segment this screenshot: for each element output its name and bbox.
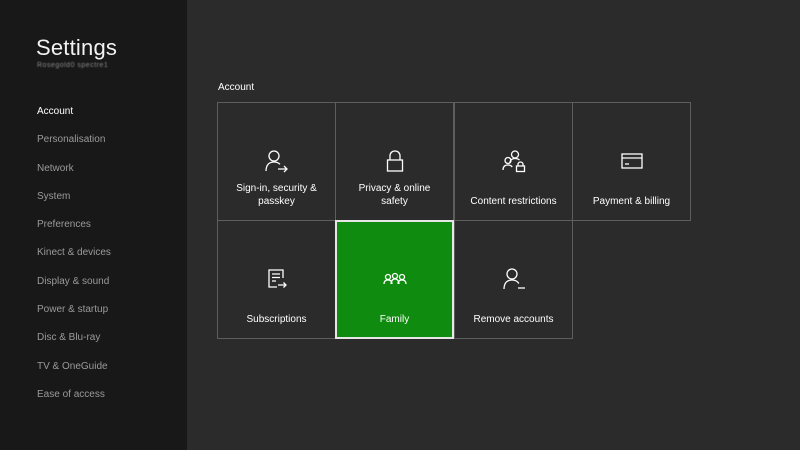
account-tile-grid: Sign-in, security & passkey Privacy & on… xyxy=(217,102,692,340)
sidebar-item-power-startup[interactable]: Power & startup xyxy=(0,296,187,324)
family-icon xyxy=(337,266,452,294)
sidebar-item-ease-of-access[interactable]: Ease of access xyxy=(0,381,187,409)
sidebar-item-kinect-devices[interactable]: Kinect & devices xyxy=(0,239,187,267)
tile-payment-billing[interactable]: Payment & billing xyxy=(572,102,691,221)
sidebar-item-preferences[interactable]: Preferences xyxy=(0,211,187,239)
settings-app: Settings Rosegold0 spectre1 Account Pers… xyxy=(0,0,800,450)
sidebar-item-account[interactable]: Account xyxy=(0,98,187,126)
credit-card-icon xyxy=(573,147,690,175)
sidebar-nav: Account Personalisation Network System P… xyxy=(0,98,187,409)
tile-label: Subscriptions xyxy=(246,314,307,325)
section-title: Account xyxy=(218,82,255,93)
tile-label: Privacy & online safety xyxy=(358,183,431,207)
gamertag-subtitle: Rosegold0 spectre1 xyxy=(37,62,109,69)
sidebar-item-tv-oneguide[interactable]: TV & OneGuide xyxy=(0,353,187,381)
person-arrow-icon xyxy=(218,147,335,175)
sidebar-item-system[interactable]: System xyxy=(0,183,187,211)
tile-label: Sign-in, security & passkey xyxy=(236,183,317,207)
person-minus-icon xyxy=(455,265,572,293)
tile-privacy-online-safety[interactable]: Privacy & online safety xyxy=(335,102,454,221)
page-title: Settings xyxy=(36,35,118,60)
sidebar: Settings Rosegold0 spectre1 Account Pers… xyxy=(0,0,187,450)
sidebar-item-display-sound[interactable]: Display & sound xyxy=(0,268,187,296)
tile-label: Content restrictions xyxy=(470,196,557,207)
sidebar-item-network[interactable]: Network xyxy=(0,155,187,183)
tile-family[interactable]: Family xyxy=(335,220,454,339)
tile-label: Remove accounts xyxy=(473,314,554,325)
document-arrow-icon xyxy=(218,265,335,293)
tile-label: Payment & billing xyxy=(592,196,671,207)
lock-icon xyxy=(336,147,453,175)
tile-content-restrictions[interactable]: Content restrictions xyxy=(454,102,573,221)
tile-sign-in-security[interactable]: Sign-in, security & passkey xyxy=(217,102,336,221)
sidebar-item-personalisation[interactable]: Personalisation xyxy=(0,126,187,154)
people-lock-icon xyxy=(455,147,572,175)
sidebar-item-disc-bluray[interactable]: Disc & Blu-ray xyxy=(0,324,187,352)
tile-label: Family xyxy=(379,314,410,325)
tile-subscriptions[interactable]: Subscriptions xyxy=(217,220,336,339)
tile-remove-accounts[interactable]: Remove accounts xyxy=(454,220,573,339)
